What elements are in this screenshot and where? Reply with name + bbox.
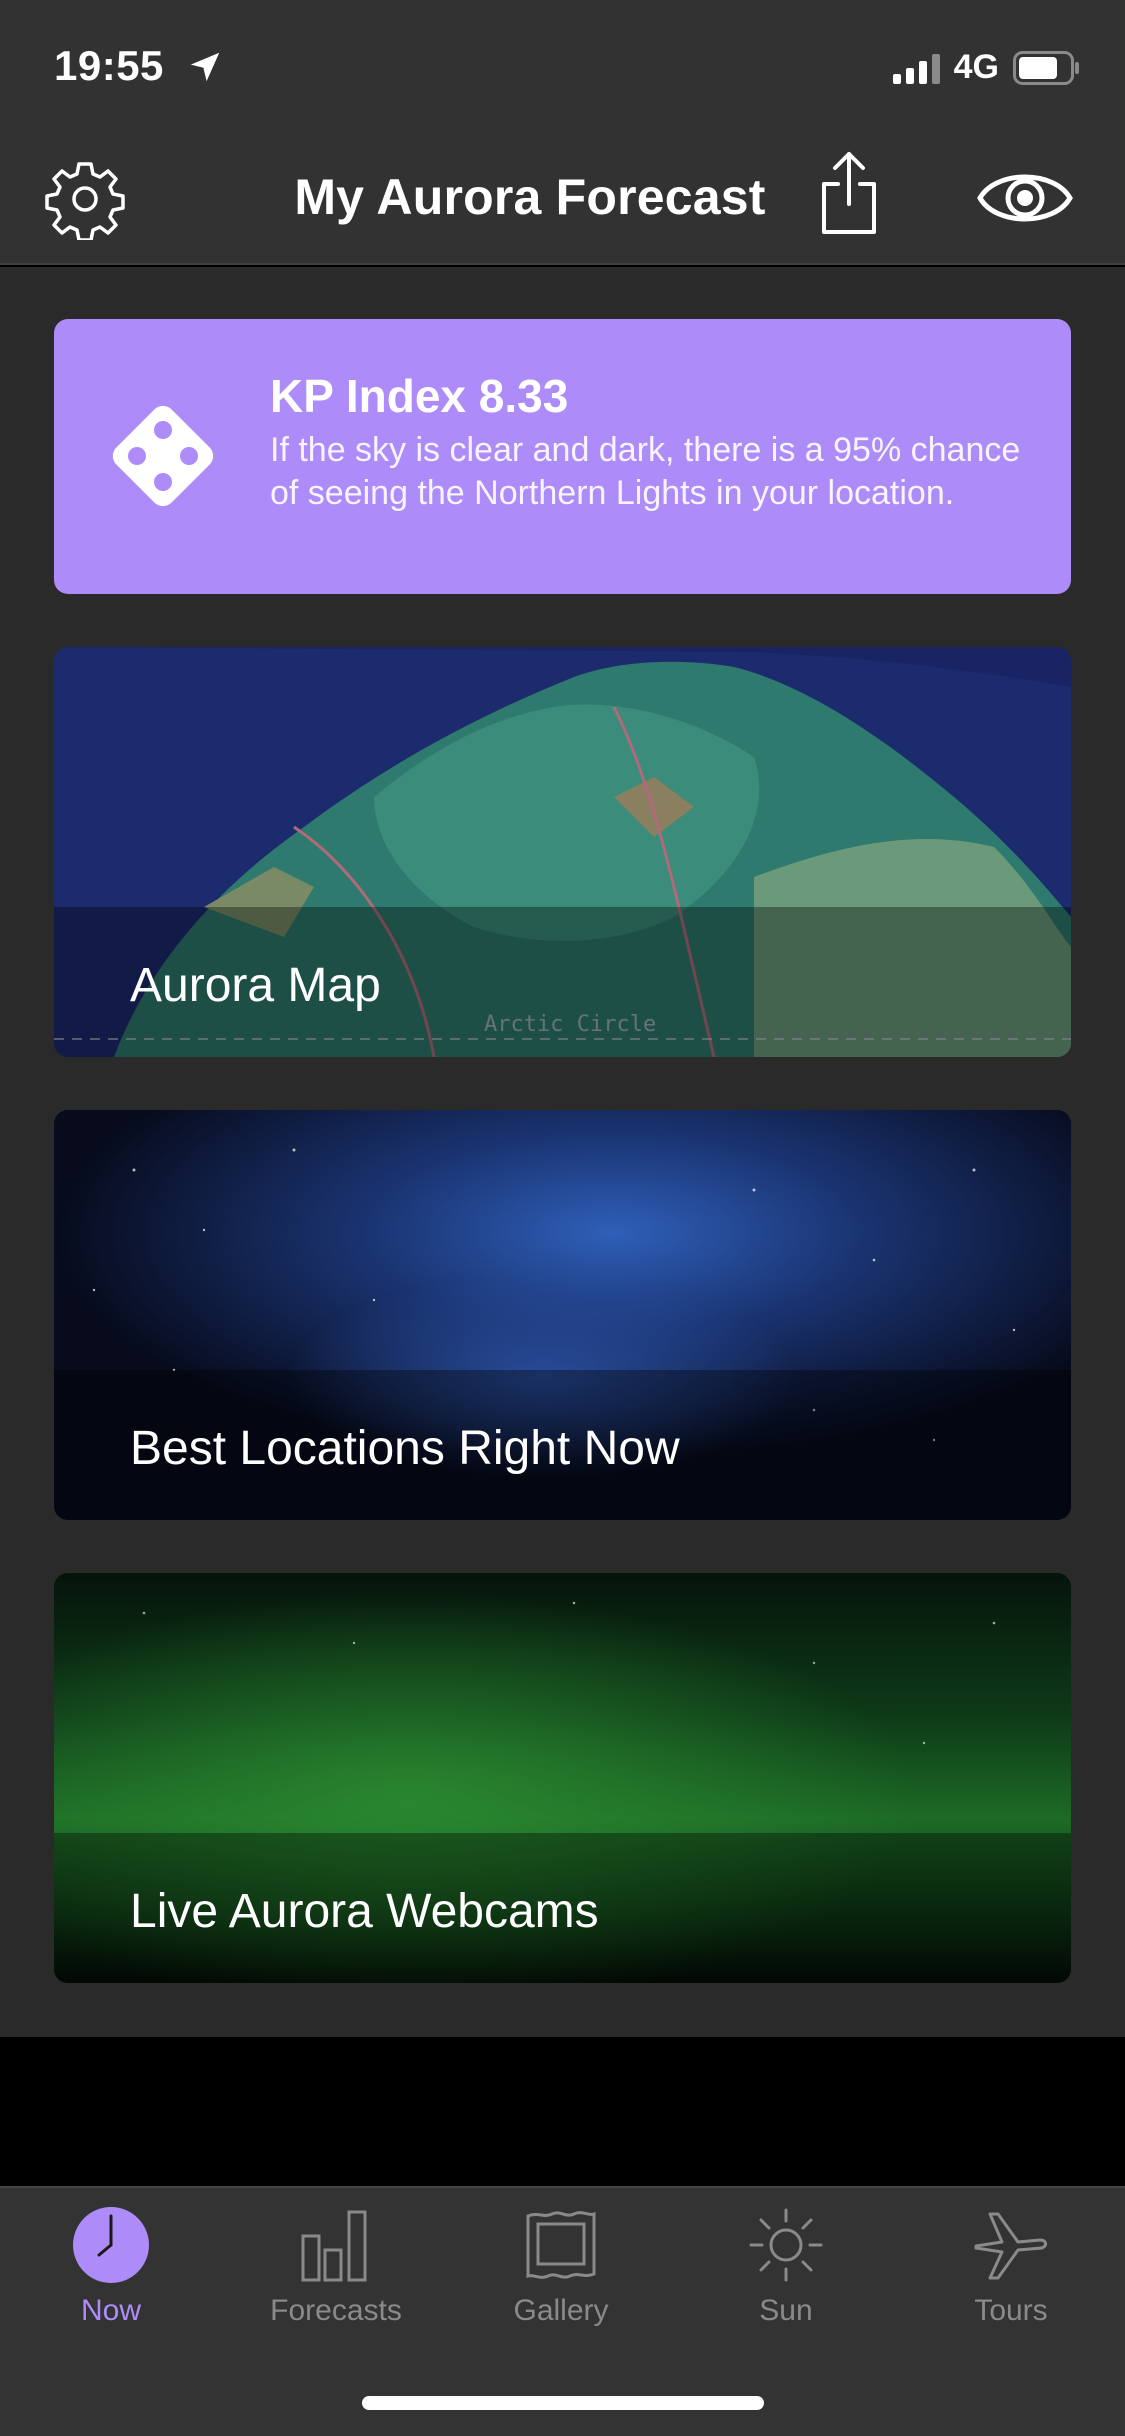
tab-label-gallery: Gallery xyxy=(513,2294,609,2327)
network-type: 4G xyxy=(953,48,999,86)
eye-icon[interactable] xyxy=(976,162,1074,234)
tab-sun[interactable]: Sun xyxy=(686,2206,886,2336)
page-title: My Aurora Forecast xyxy=(294,169,766,225)
kp-index-card[interactable]: KP Index 8.33 If the sky is clear and da… xyxy=(54,319,1071,594)
aurora-map-label: Aurora Map xyxy=(130,959,381,1012)
live-webcams-card[interactable]: Live Aurora Webcams xyxy=(54,1573,1071,1983)
clock-icon xyxy=(73,2207,149,2283)
best-locations-card[interactable]: Best Locations Right Now xyxy=(54,1110,1071,1520)
kp-index-description: If the sky is clear and dark, there is a… xyxy=(270,431,1021,512)
best-locations-label: Best Locations Right Now xyxy=(130,1422,680,1475)
kp-index-title: KP Index 8.33 xyxy=(270,370,569,422)
share-icon[interactable] xyxy=(816,148,882,238)
top-bar: 19:55 4G My Aurora Forecast xyxy=(0,0,1125,265)
tab-forecasts[interactable]: Forecasts xyxy=(236,2206,436,2336)
battery-icon xyxy=(1013,50,1079,85)
aurora-map-card[interactable]: Arctic Circle Aurora Map xyxy=(54,647,1071,1057)
location-arrow-icon xyxy=(190,52,220,82)
content-area: KP Index 8.33 If the sky is clear and da… xyxy=(0,267,1125,2037)
bar-chart-icon xyxy=(301,2210,367,2282)
signal-icon xyxy=(892,52,940,84)
tab-label-now: Now xyxy=(80,2294,141,2327)
status-time: 19:55 xyxy=(54,42,164,89)
tab-tours[interactable]: Tours xyxy=(911,2206,1111,2336)
live-webcams-label: Live Aurora Webcams xyxy=(130,1885,599,1938)
picture-frame-icon xyxy=(526,2211,596,2279)
tab-label-sun: Sun xyxy=(759,2294,813,2327)
tab-label-tours: Tours xyxy=(974,2294,1048,2327)
tab-now[interactable]: Now xyxy=(11,2206,211,2336)
sun-icon xyxy=(749,2208,823,2282)
tab-gallery[interactable]: Gallery xyxy=(461,2206,661,2336)
home-indicator[interactable] xyxy=(362,2396,764,2410)
app-screen: 19:55 4G My Aurora Forecast KP Index 8.3… xyxy=(0,0,1125,2436)
airplane-icon xyxy=(974,2212,1048,2280)
tab-label-forecasts: Forecasts xyxy=(270,2294,402,2327)
status-indicators: 4G xyxy=(892,48,1081,87)
dice-icon xyxy=(112,405,214,507)
